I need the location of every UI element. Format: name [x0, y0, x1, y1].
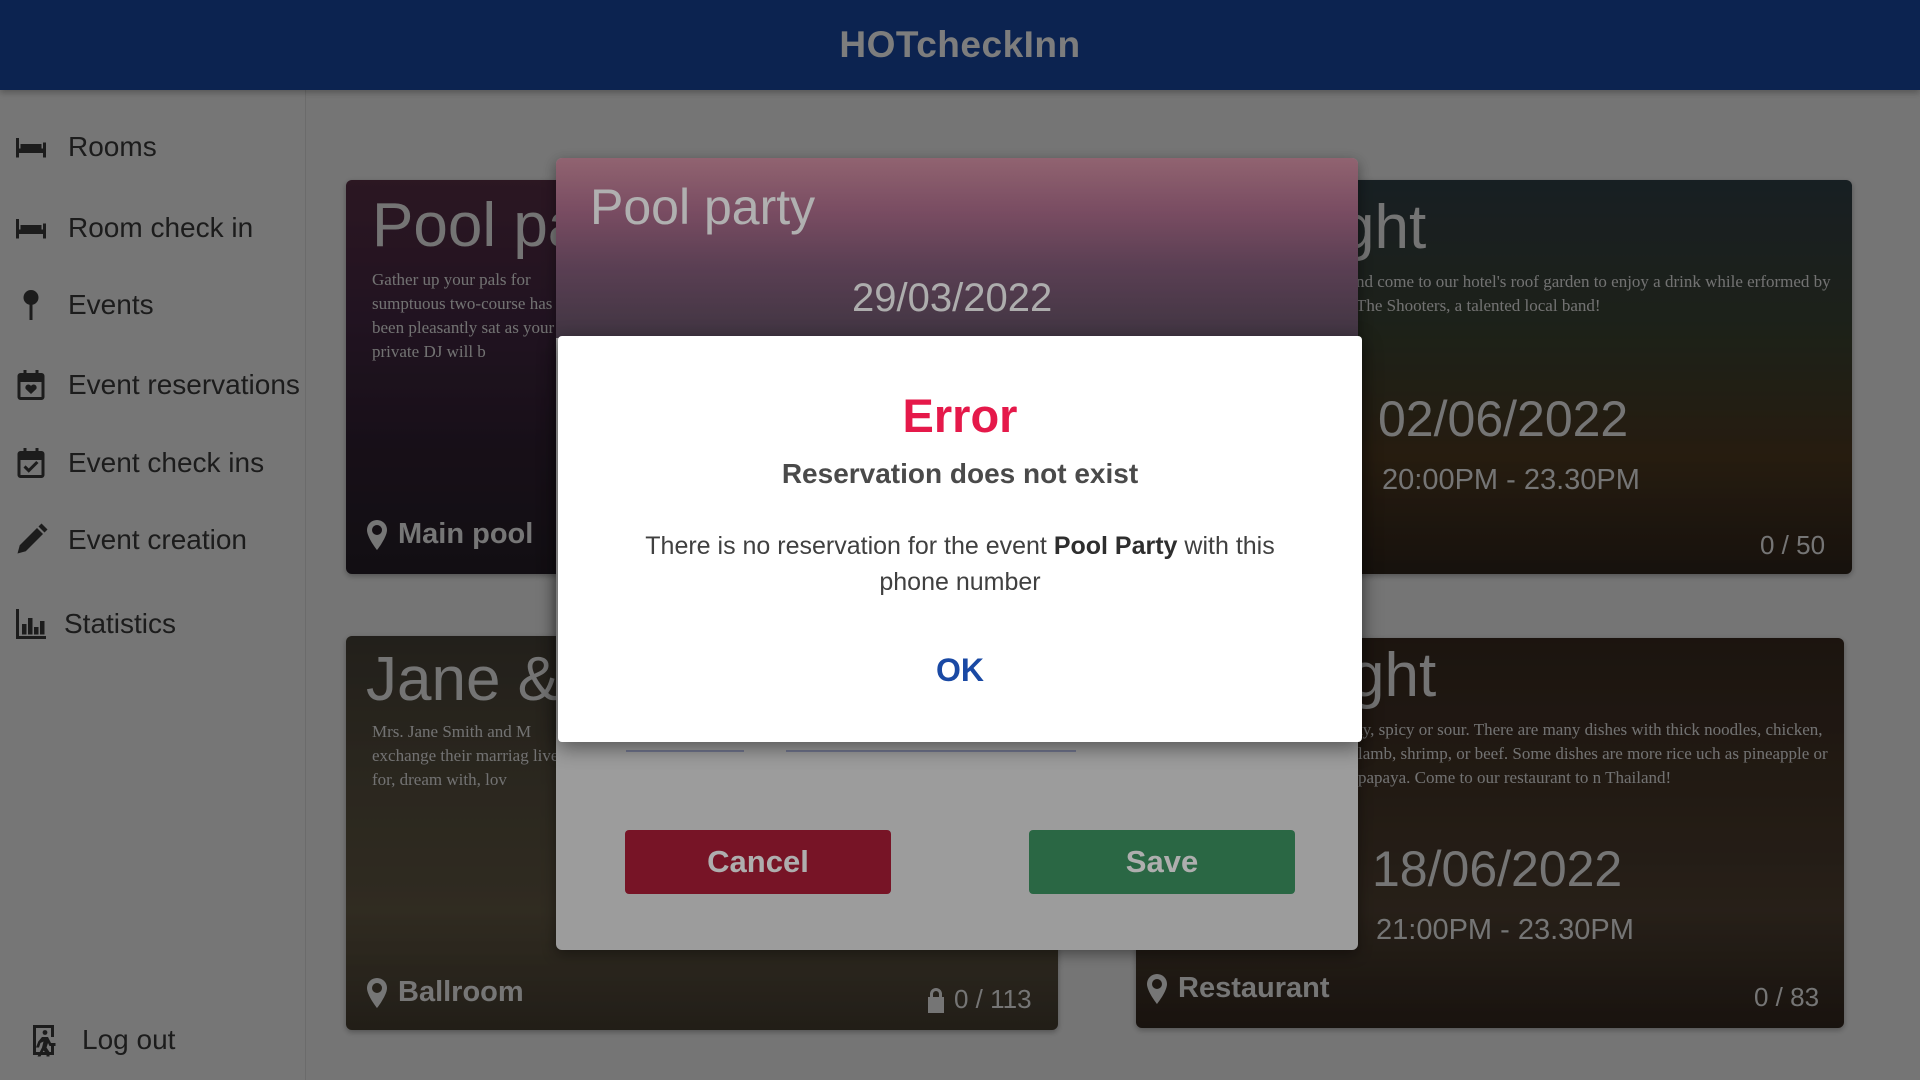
error-message-start: There is no reservation for the event [645, 532, 1054, 560]
error-message: There is no reservation for the event Po… [628, 528, 1292, 600]
error-subheading: Reservation does not exist [781, 458, 1139, 489]
error-message-event: Pool Party [1053, 532, 1178, 560]
error-dialog: Error Reservation does not exist There i… [558, 336, 1362, 742]
error-heading: Error [902, 389, 1018, 442]
ok-button[interactable]: OK [910, 640, 1010, 700]
